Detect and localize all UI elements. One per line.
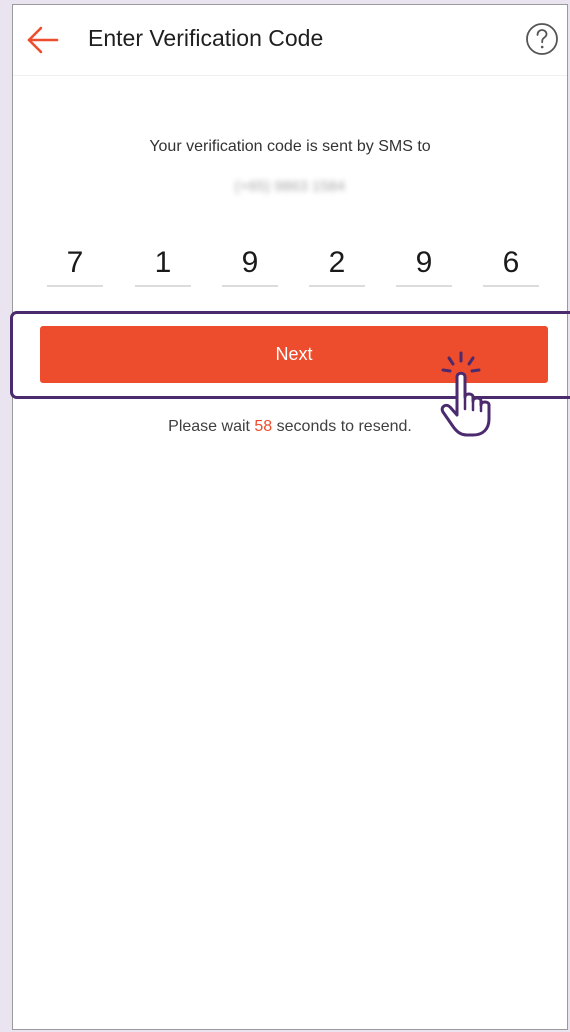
help-button[interactable] — [525, 22, 559, 56]
page-title: Enter Verification Code — [88, 25, 324, 51]
resend-prefix: Please wait — [168, 418, 255, 435]
resend-seconds: 58 — [254, 418, 273, 435]
resend-suffix: seconds to resend. — [272, 418, 412, 435]
otp-input-group: 7 1 9 2 9 6 — [47, 245, 547, 295]
back-button[interactable] — [23, 20, 63, 60]
otp-digit-2[interactable]: 1 — [135, 245, 191, 287]
arrow-left-icon — [27, 26, 59, 54]
otp-digit-1[interactable]: 7 — [47, 245, 103, 287]
otp-digit-4[interactable]: 2 — [309, 245, 365, 287]
sms-sent-message: Your verification code is sent by SMS to — [149, 138, 431, 155]
otp-digit-5[interactable]: 9 — [396, 245, 452, 287]
phone-screen: Enter Verification Code Your verificatio… — [10, 4, 570, 1030]
masked-phone-number: (+65) 9863 1584 — [234, 178, 346, 195]
otp-digit-3[interactable]: 9 — [222, 245, 278, 287]
question-circle-icon — [526, 23, 558, 55]
otp-digit-6[interactable]: 6 — [483, 245, 539, 287]
resend-countdown: Please wait 58 seconds to resend. — [13, 418, 567, 436]
top-app-bar: Enter Verification Code — [13, 5, 567, 76]
